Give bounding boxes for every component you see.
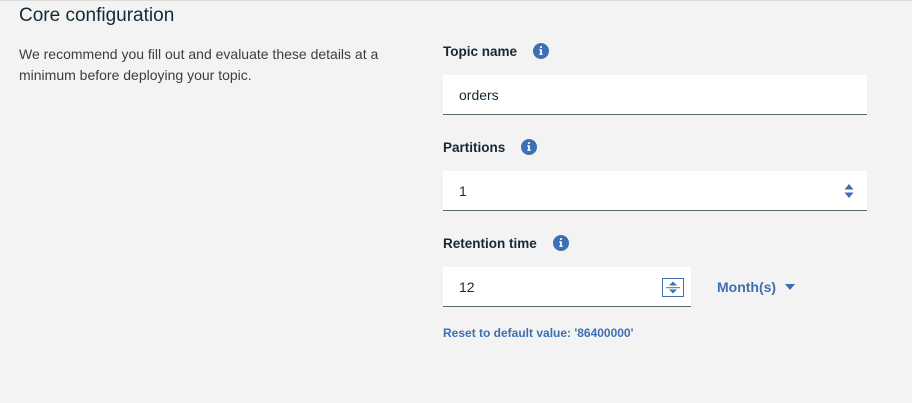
up-down-spinner-icon[interactable]	[844, 183, 854, 199]
retention-time-label: Retention time	[443, 235, 537, 251]
info-icon[interactable]	[521, 139, 538, 155]
info-icon[interactable]	[552, 235, 569, 251]
top-divider	[0, 0, 912, 1]
info-icon[interactable]	[533, 43, 550, 59]
partitions-label: Partitions	[443, 139, 506, 155]
topic-name-label-row: Topic name	[443, 41, 550, 61]
reset-default-link[interactable]: Reset to default value: '86400000'	[443, 326, 633, 340]
retention-unit-label[interactable]: Month(s)	[717, 279, 776, 295]
partitions-value[interactable]: 1	[459, 171, 467, 211]
retention-unit-dropdown[interactable]: Month(s)	[717, 277, 796, 297]
retention-time-number-input[interactable]: 12	[443, 267, 691, 307]
topic-name-label: Topic name	[443, 43, 518, 59]
section-description: We recommend you fill out and evaluate t…	[19, 46, 379, 83]
retention-time-value[interactable]: 12	[459, 267, 475, 307]
topic-name-input[interactable]	[443, 75, 867, 115]
retention-time-label-row: Retention time	[443, 233, 569, 253]
section-title: Core configuration	[19, 5, 175, 26]
partitions-number-input[interactable]: 1	[443, 171, 867, 211]
caret-down-icon[interactable]	[785, 284, 796, 290]
up-down-spinner-icon[interactable]	[662, 278, 684, 297]
partitions-label-row: Partitions	[443, 137, 538, 157]
